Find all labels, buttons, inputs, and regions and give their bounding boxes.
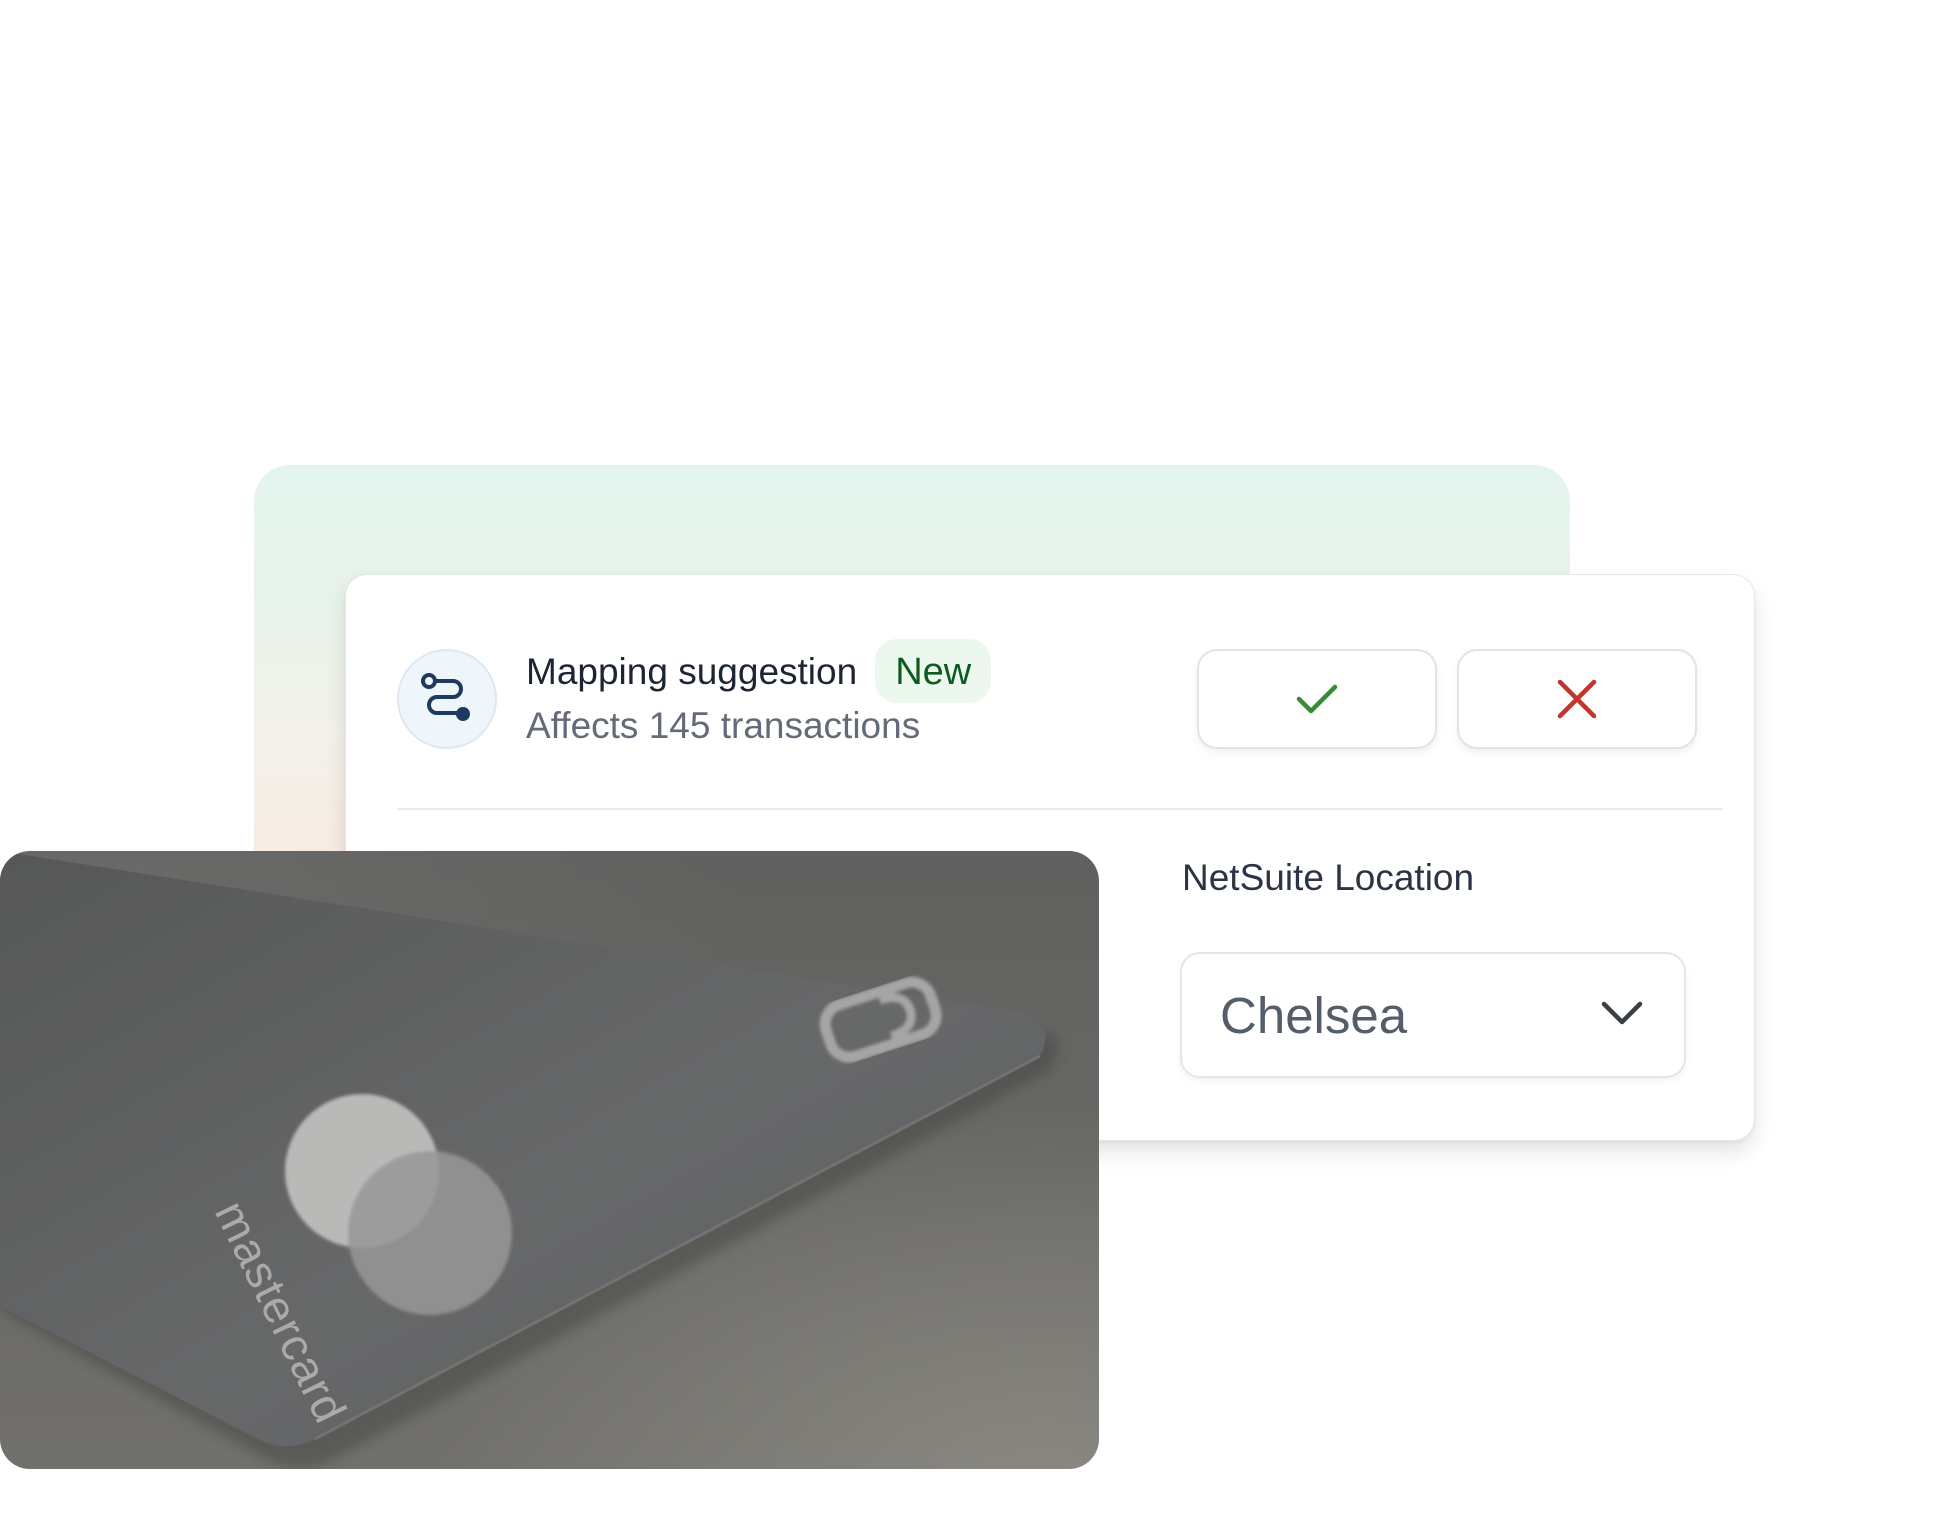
title-row: Mapping suggestion New bbox=[526, 639, 992, 703]
divider bbox=[397, 808, 1723, 810]
canvas: Mapping suggestion New Affects 145 trans… bbox=[0, 0, 1942, 1532]
check-icon bbox=[1296, 684, 1338, 714]
accept-button[interactable] bbox=[1197, 649, 1437, 749]
chevron-down-icon bbox=[1601, 1001, 1643, 1025]
card-title: Mapping suggestion bbox=[526, 650, 858, 692]
netsuite-location-label: NetSuite Location bbox=[1182, 857, 1475, 898]
reject-button[interactable] bbox=[1457, 649, 1697, 749]
transactions-count: Affects 145 transactions bbox=[526, 705, 921, 746]
close-icon bbox=[1557, 679, 1597, 719]
route-icon bbox=[397, 649, 497, 749]
location-select-value: Chelsea bbox=[1220, 987, 1408, 1044]
location-select[interactable]: Chelsea bbox=[1180, 952, 1686, 1078]
new-badge: New bbox=[875, 639, 992, 703]
card-photo: mastercard bbox=[0, 851, 1099, 1469]
card-photo-illustration: mastercard bbox=[0, 851, 1058, 1469]
